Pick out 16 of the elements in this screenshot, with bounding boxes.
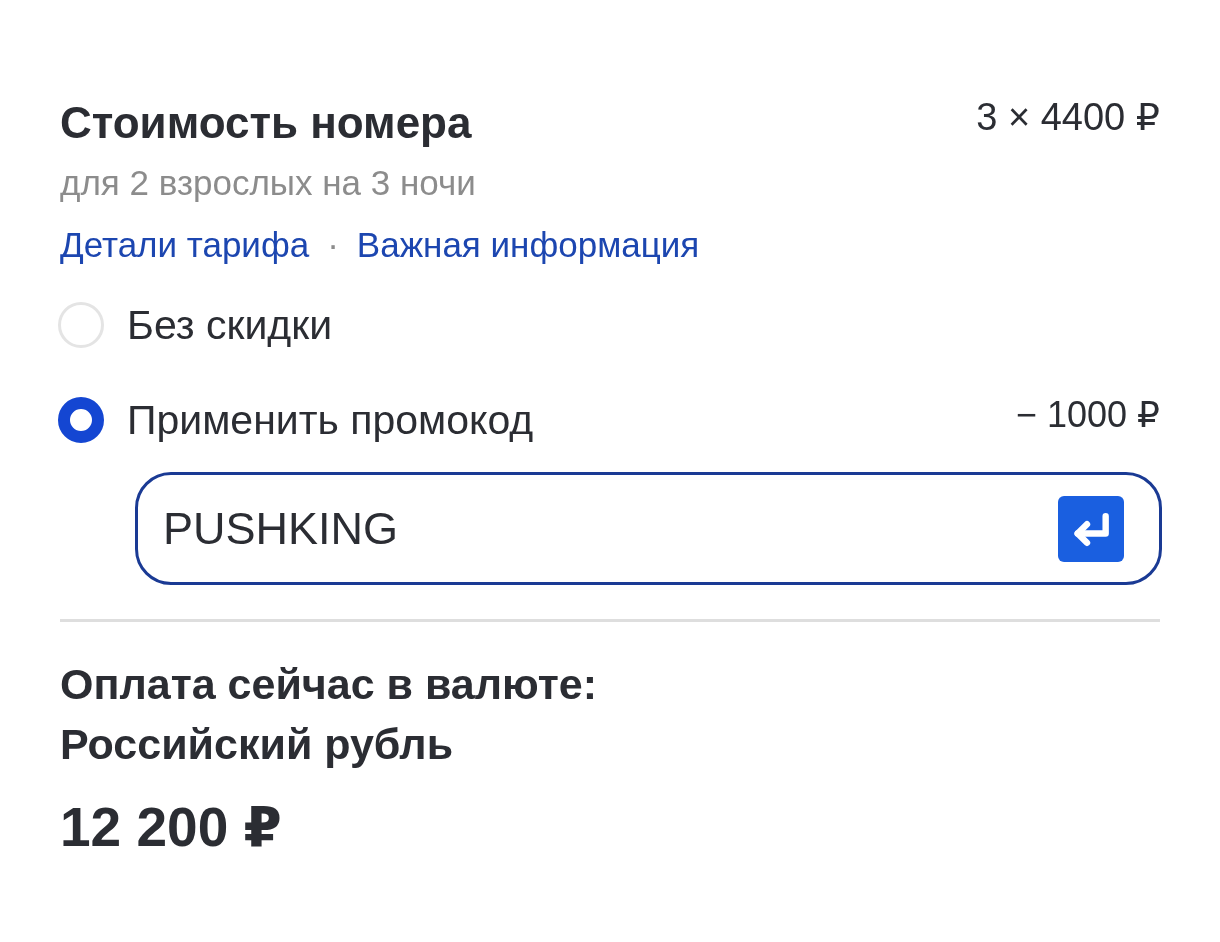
return-arrow-icon: [1071, 511, 1111, 547]
info-link[interactable]: Важная информация: [356, 225, 700, 265]
promo-code-field[interactable]: PUSHKING: [135, 472, 1162, 585]
radio-button[interactable]: [58, 397, 104, 443]
option-label[interactable]: Применить промокод: [127, 396, 534, 444]
currency-name: Российский рубль: [60, 719, 454, 770]
payment-label: Оплата сейчас в валюте:: [60, 659, 597, 710]
info-link[interactable]: Детали тарифа: [60, 225, 310, 265]
section-title: Стоимость номера: [60, 99, 472, 147]
link-separator: ·: [327, 225, 339, 265]
option-label[interactable]: Без скидки: [127, 301, 333, 349]
guests-nights-text: для 2 взрослых на 3 ночи: [60, 163, 476, 203]
submit-button[interactable]: [1058, 496, 1124, 562]
total-price: 12 200 ₽: [60, 797, 282, 857]
price-per-night: 3 × 4400 ₽: [976, 95, 1160, 139]
discount-amount: − 1000 ₽: [1015, 394, 1160, 436]
